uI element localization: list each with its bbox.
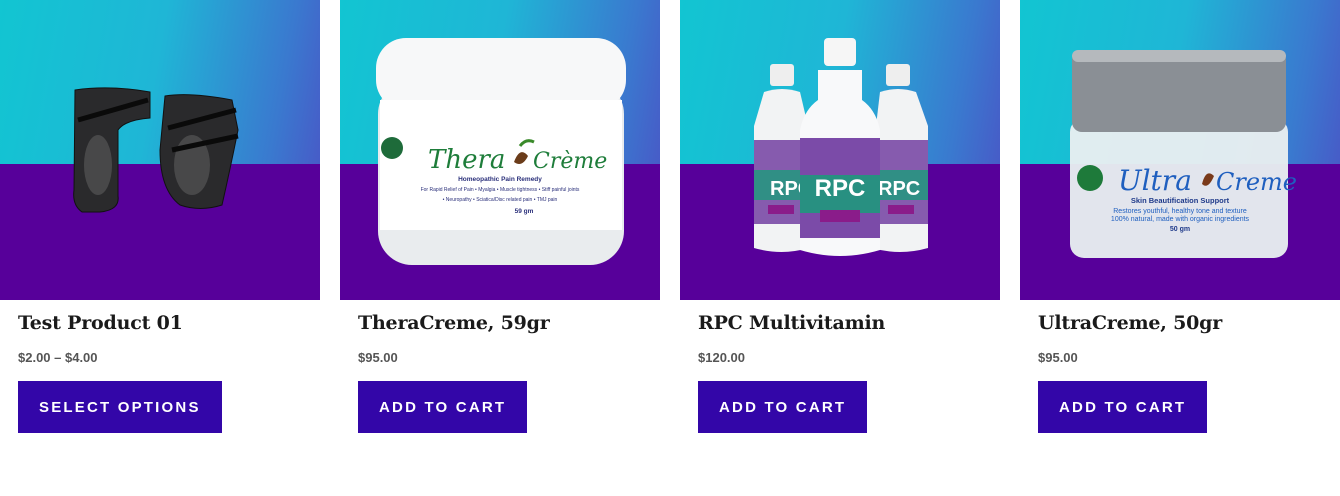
product-price: $120.00 — [698, 350, 745, 365]
label-line: Restores youthful, healthy tone and text… — [1113, 208, 1247, 215]
label-line: 100% natural, made with organic ingredie… — [1111, 216, 1250, 223]
label-subtitle: Skin Beautification Support — [1131, 196, 1230, 205]
label-line: • Neuropathy • Sciatica/Disc related pai… — [443, 197, 558, 203]
product-card: Ultra Creme Skin Beautification Support … — [1020, 0, 1340, 433]
ankle-brace-image — [73, 87, 239, 213]
brand-label: RPC — [815, 175, 866, 202]
product-title[interactable]: UltraCreme, 50gr — [1038, 312, 1222, 334]
label-subtitle: Homeopathic Pain Remedy — [458, 176, 542, 183]
product-card: RPC RPC RPC RPC Multivitamin $120.00 ADD… — [680, 0, 1000, 433]
brand-label: RPC — [878, 178, 920, 200]
product-title[interactable]: RPC Multivitamin — [698, 312, 885, 334]
ultracreme-jar-image: Ultra Creme Skin Beautification Support … — [1070, 50, 1297, 258]
product-grid: Test Product 01 $2.00 – $4.00 SELECT OPT… — [0, 0, 1340, 496]
rpc-bottles-image: RPC RPC RPC — [754, 38, 928, 256]
brand-label: Ultra — [1118, 164, 1192, 197]
product-title[interactable]: TheraCreme, 59gr — [358, 312, 550, 334]
brand-label: Creme — [1216, 168, 1297, 196]
product-image-link[interactable] — [0, 0, 320, 300]
select-options-button[interactable]: SELECT OPTIONS — [18, 381, 222, 433]
brand-label: Crème — [533, 149, 607, 174]
product-card: Thera Crème Homeopathic Pain Remedy For … — [340, 0, 660, 433]
product-price: $95.00 — [358, 350, 398, 365]
brand-label: Thera — [428, 145, 505, 175]
product-image-link[interactable]: Ultra Creme Skin Beautification Support … — [1020, 0, 1340, 300]
product-price: $95.00 — [1038, 350, 1078, 365]
label-weight: 59 gm — [515, 208, 534, 215]
product-title[interactable]: Test Product 01 — [18, 312, 183, 334]
product-card: Test Product 01 $2.00 – $4.00 SELECT OPT… — [0, 0, 320, 433]
product-image-link[interactable]: Thera Crème Homeopathic Pain Remedy For … — [340, 0, 660, 300]
product-image-link[interactable]: RPC RPC RPC — [680, 0, 1000, 300]
label-line: For Rapid Relief of Pain • Myalgia • Mus… — [421, 187, 580, 193]
add-to-cart-button[interactable]: ADD TO CART — [1038, 381, 1208, 433]
label-weight: 50 gm — [1170, 226, 1190, 233]
add-to-cart-button[interactable]: ADD TO CART — [698, 381, 868, 433]
product-price: $2.00 – $4.00 — [18, 350, 98, 365]
add-to-cart-button[interactable]: ADD TO CART — [358, 381, 528, 433]
theracreme-jar-image: Thera Crème Homeopathic Pain Remedy For … — [376, 38, 626, 265]
